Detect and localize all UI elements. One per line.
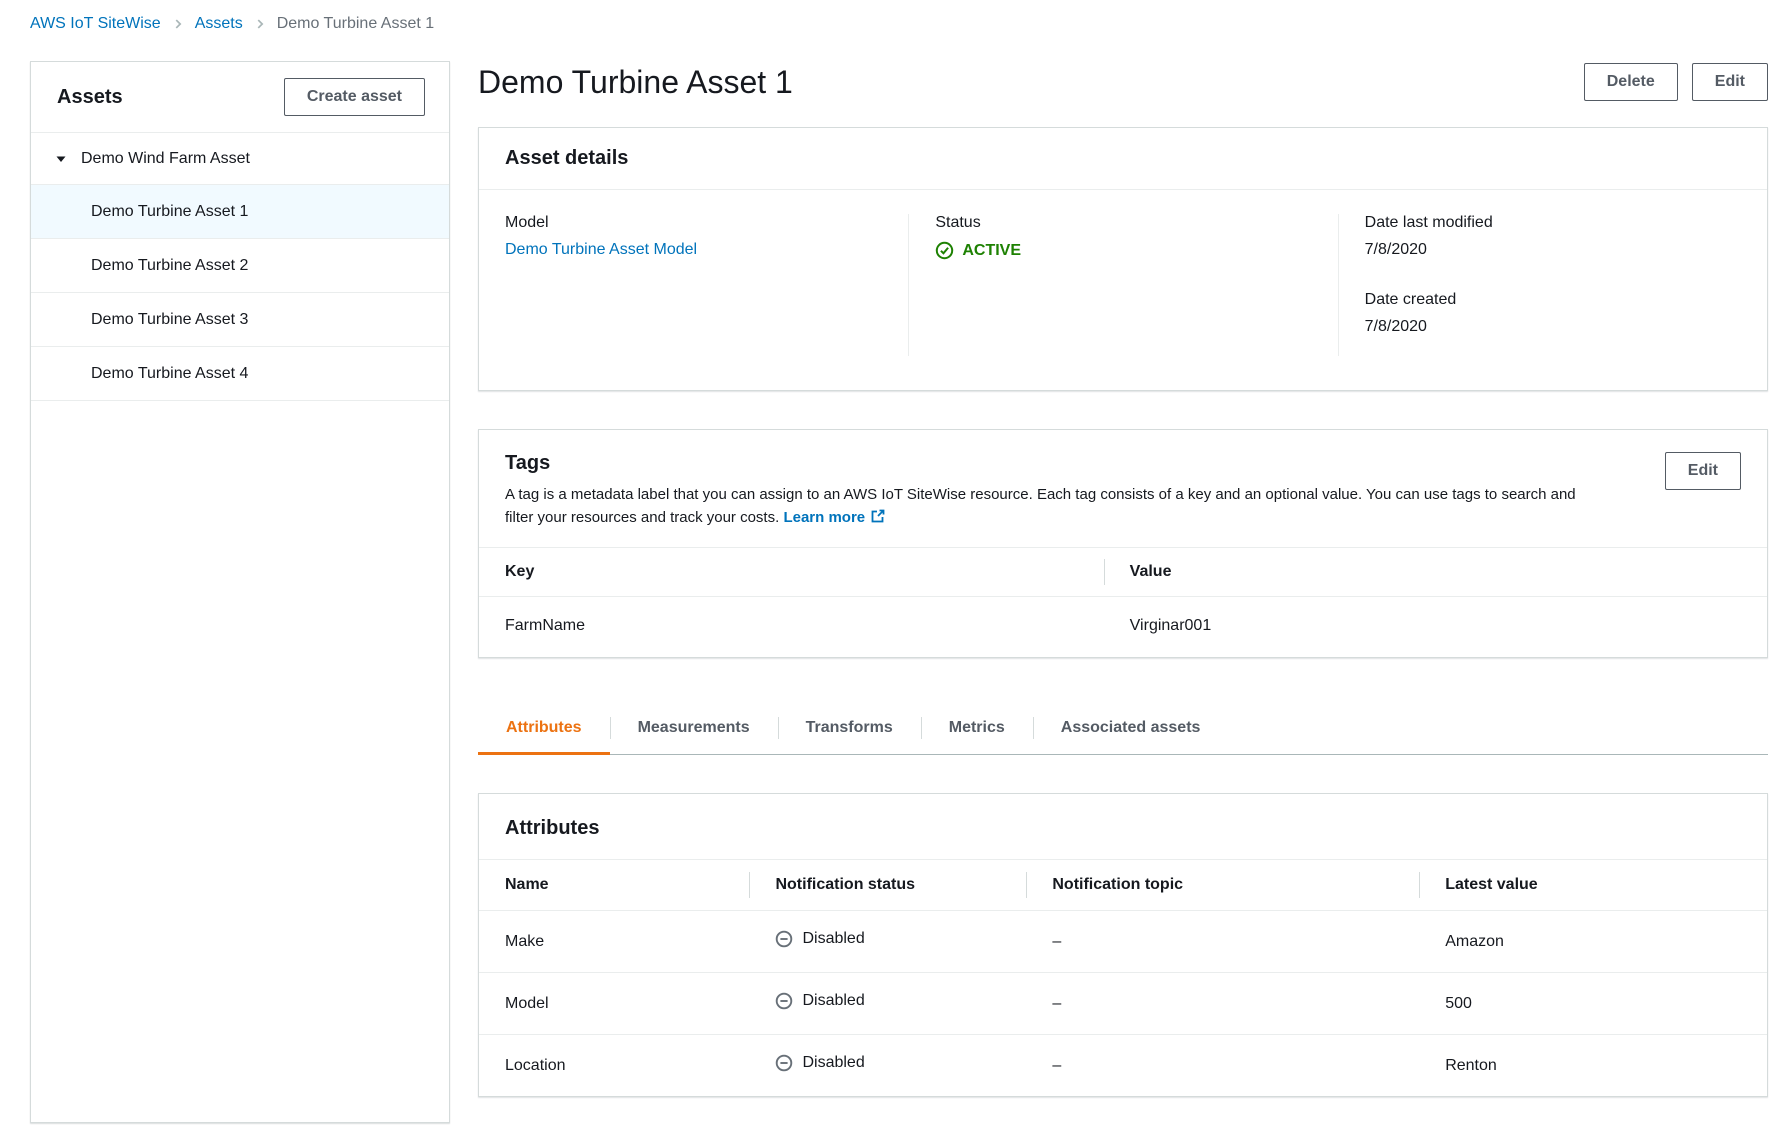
chevron-right-icon [171, 17, 185, 31]
tab-attributes[interactable]: Attributes [478, 704, 610, 755]
tree-node-label: Demo Turbine Asset 4 [91, 364, 249, 382]
attr-name: Location [479, 1034, 750, 1096]
table-row: Model Disabled – 500 [479, 972, 1767, 1035]
assets-panel: Assets Create asset Demo Wind Farm Asset… [30, 61, 450, 1123]
tree-node-demo-turbine-asset-4[interactable]: Demo Turbine Asset 4 [31, 347, 449, 401]
breadcrumb-assets[interactable]: Assets [195, 15, 243, 33]
date-modified-label: Date last modified [1364, 214, 1493, 231]
notification-status: Disabled [775, 1054, 865, 1072]
latest-value: Amazon [1445, 932, 1504, 950]
latest-value: 500 [1419, 972, 1767, 1035]
notification-topic: – [1026, 1034, 1420, 1096]
attr-name: Make [505, 932, 545, 950]
page-title: Demo Turbine Asset 1 [478, 63, 793, 100]
asset-tabs: Attributes Measurements Transforms Metri… [478, 704, 1768, 755]
tags-column-key: Key [479, 547, 1104, 597]
tree-node-demo-wind-farm-asset[interactable]: Demo Wind Farm Asset [31, 133, 449, 185]
chevron-right-icon [253, 17, 267, 31]
tree-node-label: Demo Turbine Asset 2 [91, 256, 249, 274]
notification-status-label: Disabled [802, 930, 865, 947]
tree-node-label: Demo Turbine Asset 1 [91, 202, 249, 220]
tags-description: A tag is a metadata label that you can a… [505, 484, 1595, 529]
tags-description-text: A tag is a metadata label that you can a… [505, 486, 1576, 526]
tags-edit-button[interactable]: Edit [1664, 452, 1741, 490]
create-asset-button[interactable]: Create asset [283, 78, 425, 116]
breadcrumb-current-page: Demo Turbine Asset 1 [276, 15, 435, 32]
asset-details-title: Asset details [505, 147, 629, 169]
tags-table: Key Value FarmName Virginar001 [479, 547, 1767, 657]
learn-more-label: Learn more [783, 508, 866, 526]
minus-circle-icon [775, 992, 793, 1010]
breadcrumb: AWS IoT SiteWise Assets Demo Turbine Ass… [0, 0, 1782, 45]
tree-node-demo-turbine-asset-1[interactable]: Demo Turbine Asset 1 [31, 185, 449, 239]
attr-column-notification-status: Notification status [749, 859, 1027, 911]
table-row: Make Disabled – Amazon [479, 911, 1767, 973]
main-content: Demo Turbine Asset 1 Delete Edit Asset d… [478, 61, 1768, 1097]
notification-status-label: Disabled [802, 992, 865, 1009]
tags-title: Tags [505, 452, 551, 474]
assets-panel-title: Assets [57, 85, 123, 108]
tree-node-label: Demo Turbine Asset 3 [91, 310, 249, 328]
model-label: Model [505, 214, 549, 231]
tag-key: FarmName [505, 617, 586, 634]
attributes-card: Attributes Name Notification status Noti… [478, 793, 1768, 1097]
notification-status: Disabled [775, 992, 865, 1010]
date-created-label: Date created [1364, 291, 1457, 308]
learn-more-link[interactable]: Learn more [783, 509, 886, 526]
tab-measurements[interactable]: Measurements [610, 704, 778, 755]
minus-circle-icon [775, 1054, 793, 1072]
attr-column-latest-value: Latest value [1419, 859, 1767, 911]
status-badge: ACTIVE [935, 241, 1021, 260]
attr-column-name: Name [479, 859, 750, 911]
date-created-value: 7/8/2020 [1364, 318, 1427, 335]
notification-topic: – [1026, 972, 1420, 1035]
tab-associated-assets[interactable]: Associated assets [1033, 704, 1229, 755]
date-modified-value: 7/8/2020 [1364, 241, 1427, 258]
check-circle-icon [935, 241, 954, 260]
notification-status: Disabled [775, 930, 865, 948]
delete-button[interactable]: Delete [1583, 63, 1678, 101]
tab-transforms[interactable]: Transforms [778, 704, 921, 755]
latest-value: Renton [1419, 1034, 1767, 1096]
tree-node-label: Demo Wind Farm Asset [81, 149, 250, 167]
asset-details-card: Asset details Model Demo Turbine Asset M… [478, 127, 1768, 391]
attr-name: Model [479, 972, 750, 1035]
assets-panel-header: Assets Create asset [31, 62, 449, 133]
tab-metrics[interactable]: Metrics [921, 704, 1033, 755]
tags-column-value: Value [1103, 547, 1767, 597]
status-value: ACTIVE [962, 241, 1021, 259]
status-label: Status [935, 214, 981, 231]
model-link[interactable]: Demo Turbine Asset Model [505, 241, 697, 258]
asset-tree: Demo Wind Farm Asset Demo Turbine Asset … [31, 133, 449, 401]
tags-card: Tags A tag is a metadata label that you … [478, 429, 1768, 658]
attributes-table: Name Notification status Notification to… [479, 859, 1767, 1096]
notification-status-label: Disabled [802, 1054, 865, 1071]
table-row: Location Disabled – Renton [479, 1034, 1767, 1096]
table-row: FarmName Virginar001 [479, 597, 1767, 658]
tree-node-demo-turbine-asset-3[interactable]: Demo Turbine Asset 3 [31, 293, 449, 347]
attr-column-notification-topic: Notification topic [1026, 859, 1420, 911]
notification-topic: – [1052, 932, 1062, 950]
breadcrumb-aws-iot-sitewise[interactable]: AWS IoT SiteWise [30, 15, 161, 33]
attributes-title: Attributes [505, 817, 600, 839]
edit-button[interactable]: Edit [1691, 63, 1768, 101]
minus-circle-icon [775, 930, 793, 948]
tree-node-demo-turbine-asset-2[interactable]: Demo Turbine Asset 2 [31, 239, 449, 293]
caret-down-icon[interactable] [55, 153, 67, 165]
tag-value: Virginar001 [1129, 617, 1212, 634]
external-link-icon [870, 508, 886, 524]
